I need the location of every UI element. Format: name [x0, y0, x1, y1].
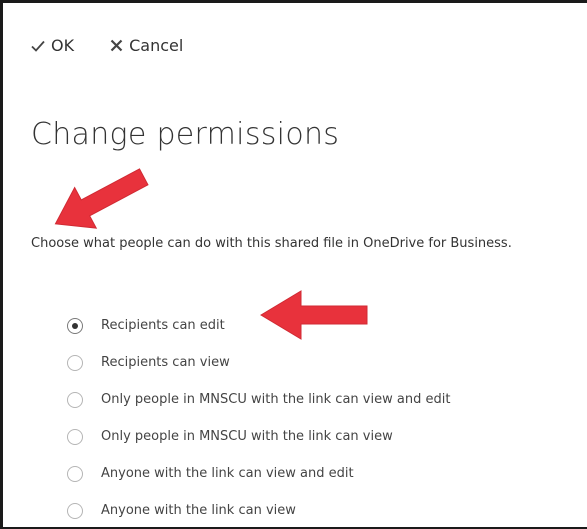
- radio-button[interactable]: [67, 391, 83, 408]
- radio-button[interactable]: [67, 465, 83, 482]
- radio-option-org-link-view[interactable]: Only people in MNSCU with the link can v…: [67, 418, 450, 455]
- radio-option-label: Only people in MNSCU with the link can v…: [101, 392, 451, 407]
- page-description: Choose what people can do with this shar…: [31, 236, 512, 251]
- close-icon: [110, 39, 123, 52]
- radio-button[interactable]: [67, 502, 83, 519]
- radio-option-anyone-link-view[interactable]: Anyone with the link can view: [67, 492, 450, 529]
- annotation-arrow-icon: [54, 168, 149, 229]
- radio-button[interactable]: [67, 354, 83, 371]
- cancel-button[interactable]: Cancel: [110, 36, 183, 55]
- radio-option-anyone-link-view-edit[interactable]: Anyone with the link can view and edit: [67, 455, 450, 492]
- toolbar: OK Cancel: [31, 36, 183, 55]
- radio-option-label: Recipients can view: [101, 355, 230, 370]
- annotation-arrow-icon: [260, 290, 368, 340]
- checkmark-icon: [31, 40, 45, 52]
- ok-button[interactable]: OK: [31, 36, 74, 55]
- radio-option-label: Only people in MNSCU with the link can v…: [101, 429, 393, 444]
- radio-button[interactable]: [67, 428, 83, 445]
- ok-label: OK: [51, 36, 75, 55]
- radio-option-label: Anyone with the link can view and edit: [101, 466, 354, 481]
- radio-option-label: Anyone with the link can view: [101, 503, 296, 518]
- radio-option-org-link-view-edit[interactable]: Only people in MNSCU with the link can v…: [67, 381, 450, 418]
- cancel-label: Cancel: [129, 36, 184, 55]
- radio-button[interactable]: [67, 317, 83, 334]
- radio-option-label: Recipients can edit: [101, 318, 225, 333]
- radio-option-recipients-can-view[interactable]: Recipients can view: [67, 344, 450, 381]
- page-title: Change permissions: [31, 117, 340, 152]
- dialog-frame: OK Cancel Change permissions Choose what…: [0, 0, 587, 529]
